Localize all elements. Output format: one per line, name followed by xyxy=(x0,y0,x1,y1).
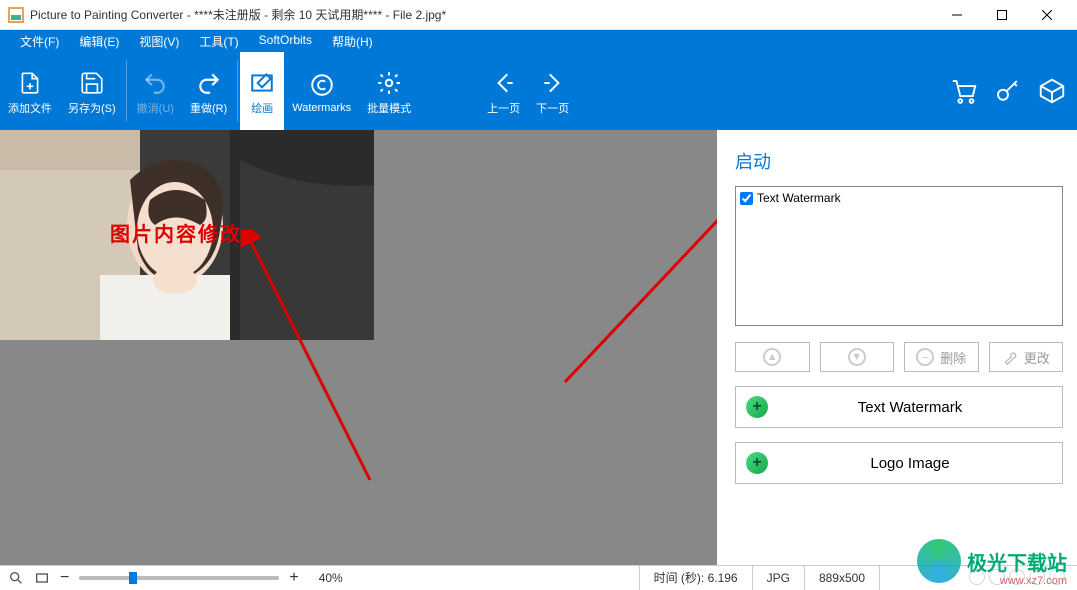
undo-button[interactable]: 撤消(U) xyxy=(129,52,182,130)
annotation-arrow xyxy=(555,192,717,392)
zoom-in-button[interactable]: + xyxy=(289,569,298,587)
menu-bar: 文件(F) 编辑(E) 视图(V) 工具(T) SoftOrbits 帮助(H) xyxy=(0,30,1077,52)
add-logo-image-button[interactable]: + Logo Image xyxy=(735,442,1063,484)
menu-edit[interactable]: 编辑(E) xyxy=(69,30,129,52)
zoom-fit-icon[interactable] xyxy=(8,570,24,586)
redo-button[interactable]: 重做(R) xyxy=(182,52,235,130)
menu-file[interactable]: 文件(F) xyxy=(10,30,69,52)
title-bar: Picture to Painting Converter - ****未注册版… xyxy=(0,0,1077,30)
paint-icon xyxy=(249,68,275,98)
delete-button[interactable]: −删除 xyxy=(904,342,979,372)
status-time: 时间 (秒): 6.196 xyxy=(639,566,752,590)
move-down-button[interactable]: ▼ xyxy=(820,342,895,372)
menu-tools[interactable]: 工具(T) xyxy=(189,30,248,52)
toolbar: 添加文件 另存为(S) 撤消(U) 重做(R) 绘画 Watermarks 批量… xyxy=(0,52,1077,130)
paint-button[interactable]: 绘画 xyxy=(240,52,284,130)
status-format: JPG xyxy=(752,566,804,590)
down-icon: ▼ xyxy=(848,348,866,366)
wrench-icon xyxy=(1002,349,1018,365)
next-button[interactable]: 下一页 xyxy=(528,52,577,130)
add-text-watermark-button[interactable]: + Text Watermark xyxy=(735,386,1063,428)
undo-icon xyxy=(142,68,168,98)
zoom-out-button[interactable]: − xyxy=(60,569,69,587)
minimize-button[interactable] xyxy=(934,0,979,30)
add-file-icon xyxy=(17,68,43,98)
save-icon xyxy=(79,68,105,98)
watermark-item-label: Text Watermark xyxy=(757,191,841,205)
move-up-button[interactable]: ▲ xyxy=(735,342,810,372)
modify-button[interactable]: 更改 xyxy=(989,342,1064,372)
close-button[interactable] xyxy=(1024,0,1069,30)
separator xyxy=(237,60,238,122)
prev-icon xyxy=(491,68,517,98)
zoom-value: 40% xyxy=(319,571,343,585)
minus-icon: − xyxy=(916,348,934,366)
separator xyxy=(126,60,127,122)
list-item[interactable]: Text Watermark xyxy=(740,191,1058,205)
main-area: 图片内容修改 启动 Text Watermark ▲ ▼ −删除 更改 + Te… xyxy=(0,130,1077,565)
redo-icon xyxy=(196,68,222,98)
cart-icon[interactable] xyxy=(949,76,979,106)
package-icon[interactable] xyxy=(1037,76,1067,106)
brand-url: www.xz7.com xyxy=(1000,575,1067,587)
batch-button[interactable]: 批量模式 xyxy=(359,52,419,130)
save-as-button[interactable]: 另存为(S) xyxy=(60,52,124,130)
menu-softorbits[interactable]: SoftOrbits xyxy=(249,30,322,52)
menu-help[interactable]: 帮助(H) xyxy=(322,30,383,52)
copyright-icon xyxy=(309,70,335,100)
watermarks-button[interactable]: Watermarks xyxy=(284,52,359,130)
status-dimensions: 889x500 xyxy=(804,566,879,590)
plus-icon: + xyxy=(746,396,768,418)
add-file-button[interactable]: 添加文件 xyxy=(0,52,60,130)
up-icon: ▲ xyxy=(763,348,781,366)
app-icon xyxy=(8,7,24,23)
watermark-checkbox[interactable] xyxy=(740,192,753,205)
maximize-button[interactable] xyxy=(979,0,1024,30)
window-title: Picture to Painting Converter - ****未注册版… xyxy=(30,6,934,23)
gear-icon xyxy=(376,68,402,98)
side-panel: 启动 Text Watermark ▲ ▼ −删除 更改 + Text Wate… xyxy=(717,130,1077,565)
plus-icon: + xyxy=(746,452,768,474)
fit-screen-icon[interactable] xyxy=(34,570,50,586)
annotation-arrow xyxy=(240,230,390,490)
canvas[interactable]: 图片内容修改 xyxy=(0,130,717,565)
status-bar: − + 40% 时间 (秒): 6.196 JPG 889x500 xyxy=(0,565,1077,589)
menu-view[interactable]: 视图(V) xyxy=(129,30,189,52)
watermark-list[interactable]: Text Watermark xyxy=(735,186,1063,326)
side-panel-title: 启动 xyxy=(735,148,1063,174)
key-icon[interactable] xyxy=(993,76,1023,106)
watermark-overlay-text: 图片内容修改 xyxy=(110,218,242,247)
prev-button[interactable]: 上一页 xyxy=(479,52,528,130)
zoom-thumb[interactable] xyxy=(129,572,137,584)
zoom-slider[interactable] xyxy=(79,576,279,580)
next-icon xyxy=(540,68,566,98)
